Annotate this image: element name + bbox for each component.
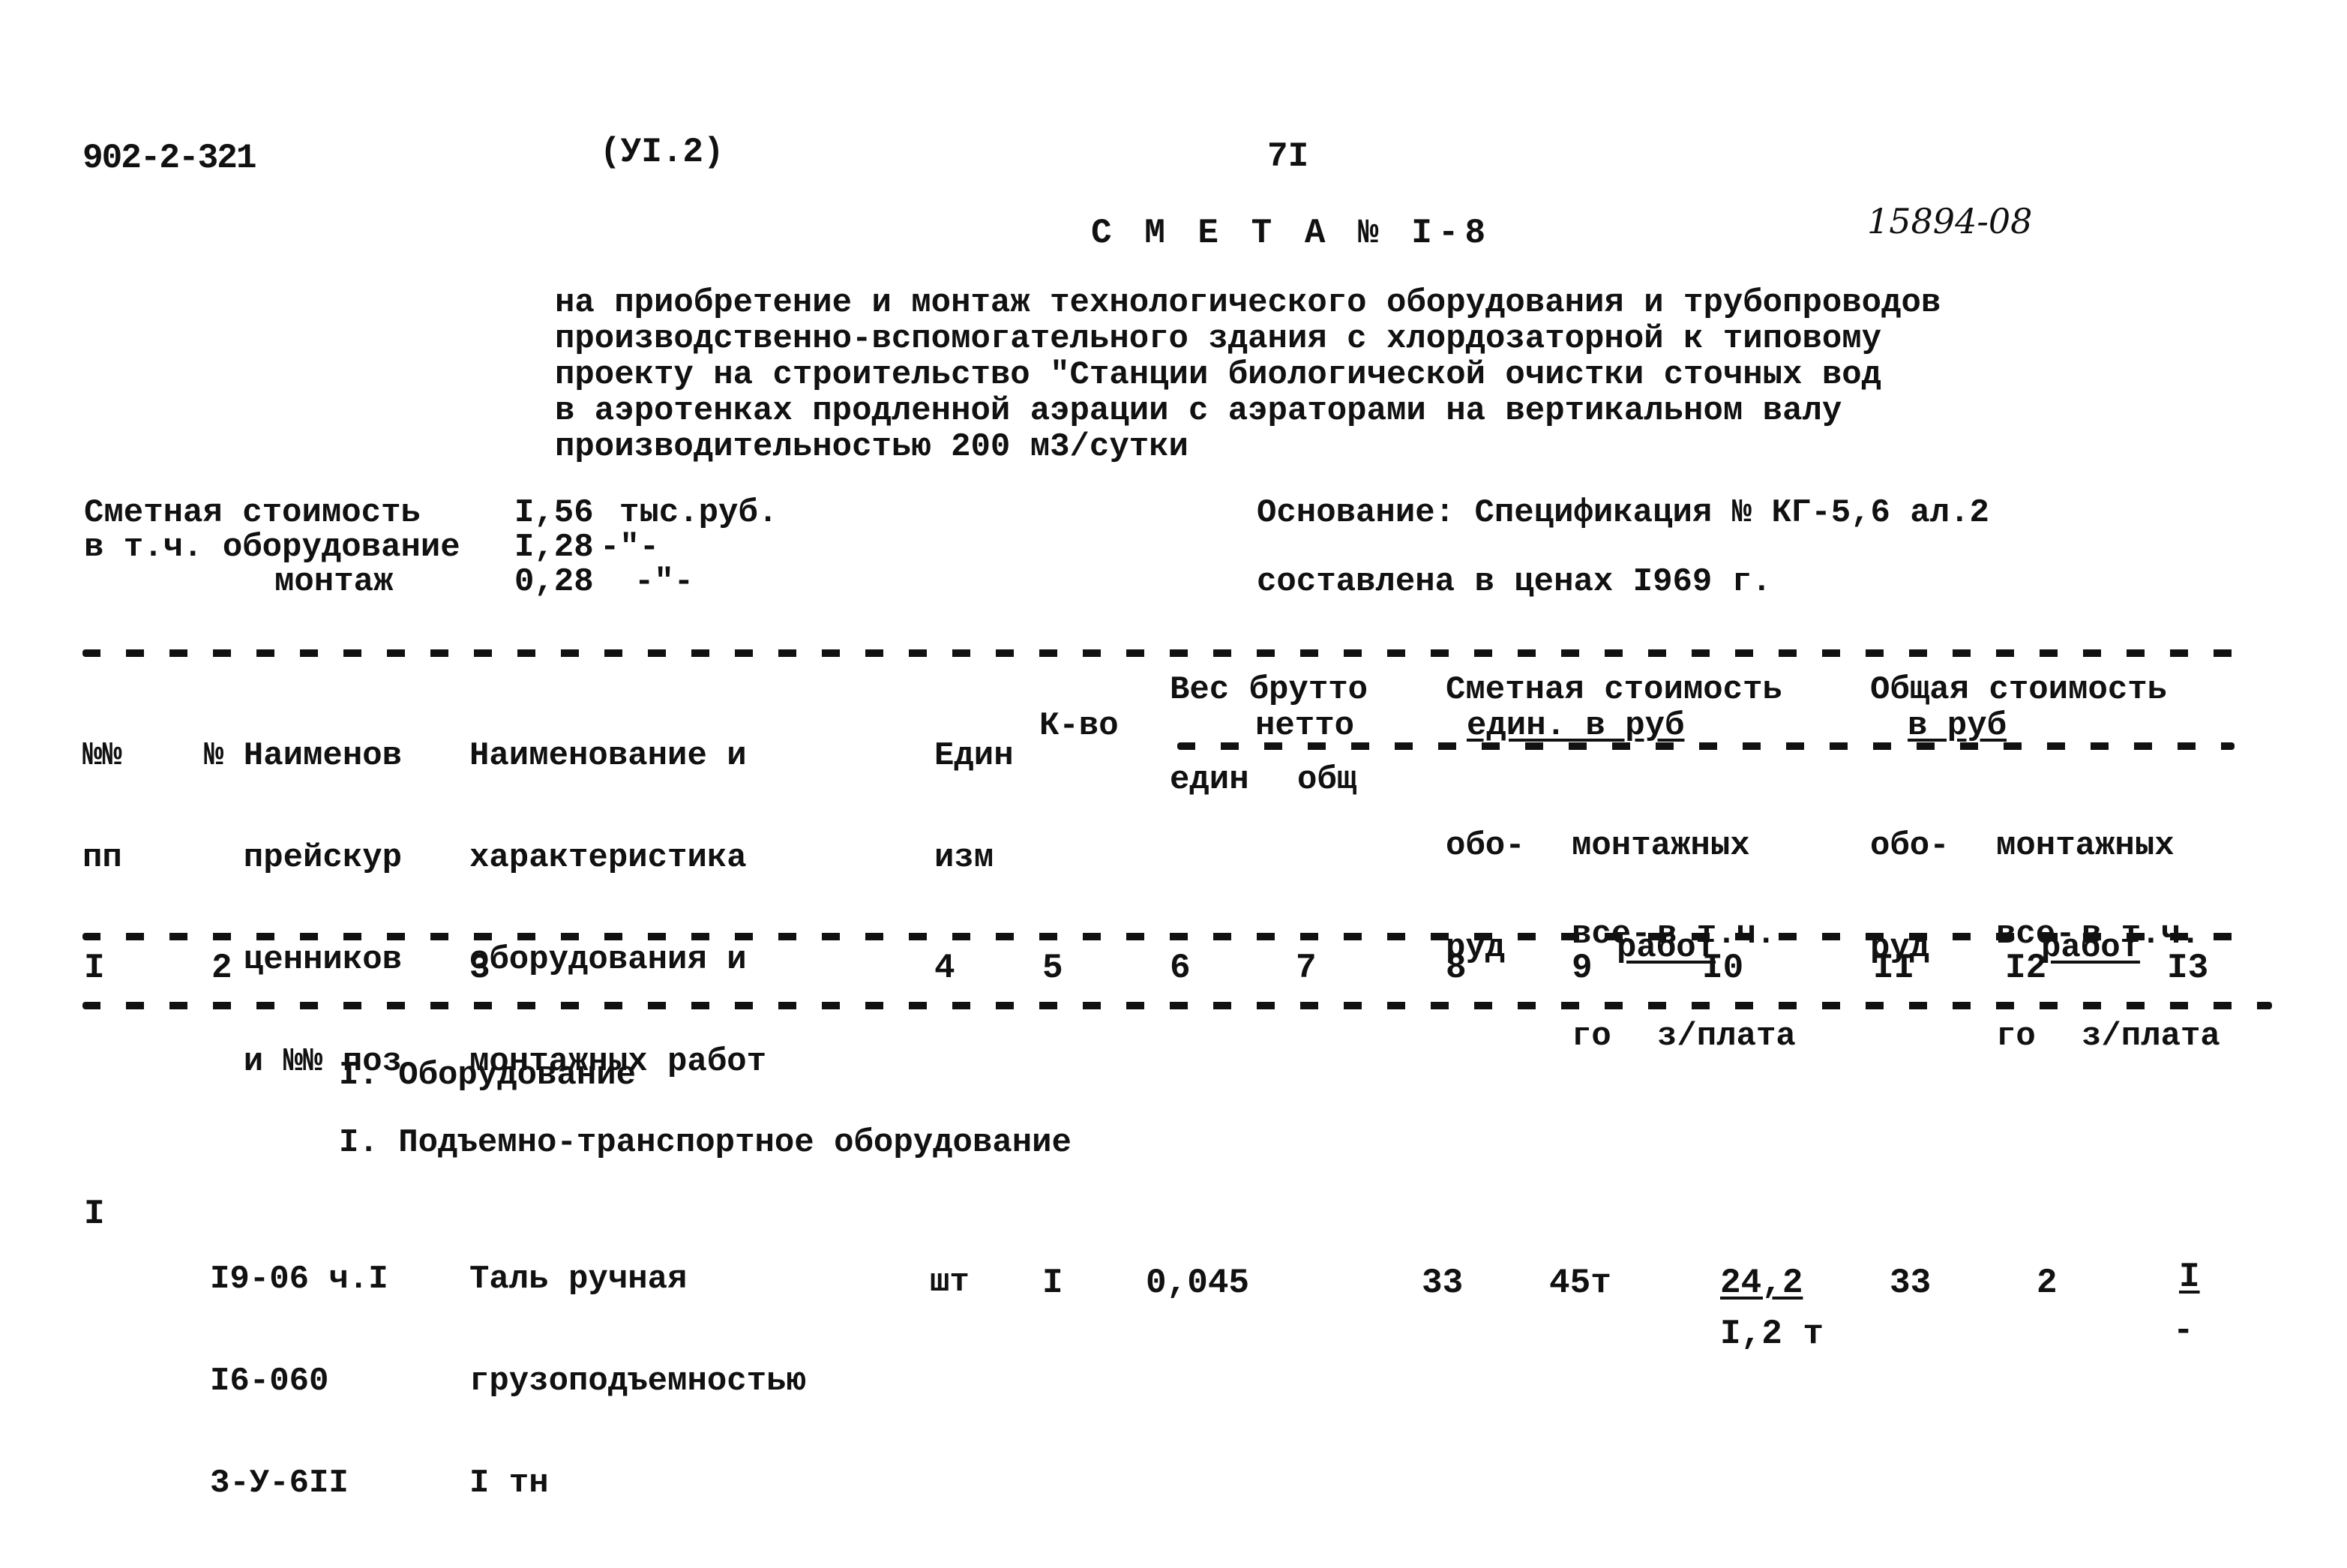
- column-number: 4: [934, 949, 955, 988]
- column-numbers-bottom-rule: [82, 1002, 2272, 1009]
- section-heading: I. Оборудование: [339, 1057, 637, 1094]
- column-number: II: [1873, 949, 1915, 988]
- item-name-line: I тн: [469, 1465, 549, 1502]
- installation-cost-unit: -"-: [634, 563, 694, 601]
- header-name-line: характеристика: [469, 839, 747, 877]
- installation-cost-label: монтаж: [274, 563, 394, 601]
- total-cost-label: Сметная стоимость: [84, 494, 421, 532]
- header-col-price-refs: № Наименов прейскур ценников и №№ поз: [204, 673, 402, 1111]
- column-number: 5: [1042, 949, 1063, 988]
- row-number: I: [84, 1195, 105, 1234]
- header-unit-install-all-line: го: [1572, 1018, 1611, 1055]
- column-numbers-top-rule: [82, 933, 2235, 940]
- description-line: на приобретение и монтаж технологическог…: [555, 284, 1941, 322]
- installation-cost-value: 0,28: [514, 563, 594, 601]
- header-col-weight-total: общ: [1297, 761, 1357, 799]
- column-number: 9: [1572, 949, 1593, 988]
- album-number: (УI.2): [600, 133, 724, 172]
- equipment-cost-label: в т.ч. оборудование: [84, 529, 460, 566]
- column-number: I: [84, 949, 105, 988]
- header-weight-group: Вес брутто: [1170, 671, 1368, 709]
- column-number: I2: [2005, 949, 2047, 988]
- price-year-text: составлена в ценах I969 г.: [1257, 563, 1772, 601]
- row-unit-equip-cost: 33: [1422, 1264, 1464, 1303]
- header-unit-equip-line: обо-: [1446, 827, 1525, 865]
- description-line: производительностью 200 м3/сутки: [555, 428, 1188, 466]
- item-name-line: Таль ручная: [469, 1261, 688, 1298]
- row-quantity: I: [1042, 1264, 1063, 1303]
- header-col-num-line: №№: [82, 737, 122, 775]
- header-unit-cost-sub: един. в руб: [1467, 707, 1685, 745]
- estimate-title: С М Е Т А № I-8: [1091, 214, 1492, 253]
- subsection-heading: I. Подъемно-транспортное оборудование: [339, 1124, 1072, 1162]
- table-top-rule: [82, 649, 2235, 657]
- header-unit-install-wage-line: з/плата: [1657, 1018, 1796, 1055]
- column-number: 8: [1446, 949, 1467, 988]
- document-code: 902-2-321: [82, 139, 256, 178]
- header-price-refs-line: прейскур: [204, 839, 403, 877]
- row-total-equip-cost: 33: [1890, 1264, 1932, 1303]
- row-unit-install-total: 45т: [1549, 1264, 1611, 1303]
- header-total-install-all-line: го: [1996, 1018, 2036, 1055]
- estimate-description: на приобретение и монтаж технологическог…: [555, 286, 1941, 463]
- header-col-weight-unit: един: [1170, 761, 1249, 799]
- description-line: в аэротенках продленной аэрации с аэрато…: [555, 392, 1842, 430]
- header-weight-sub: нетто: [1255, 707, 1355, 745]
- header-unit-line: изм: [934, 839, 994, 877]
- description-line: проекту на строительство "Станции биолог…: [555, 356, 1882, 394]
- header-price-refs-line: ценников: [204, 941, 403, 979]
- column-number: I0: [1702, 949, 1744, 988]
- total-cost-value: I,56: [514, 494, 594, 532]
- header-price-refs-line: № Наименов: [204, 737, 403, 775]
- row-total-install-wage-sub: -: [2173, 1312, 2194, 1351]
- equipment-cost-value: I,28: [514, 529, 594, 566]
- column-number: 7: [1296, 949, 1317, 988]
- header-name-line: оборудования и: [469, 941, 747, 979]
- row-total-install-wage: I: [2179, 1258, 2200, 1297]
- row-unit-install-wage: 24,2: [1720, 1264, 1803, 1303]
- description-line: производственно-вспомогательного здания …: [555, 320, 1882, 358]
- header-total-cost-sub: в руб: [1908, 707, 2007, 745]
- header-name-line: Наименование и: [469, 737, 747, 775]
- row-total-install-total: 2: [2037, 1264, 2058, 1303]
- basis-text: Основание: Спецификация № КГ-5,6 ал.2: [1257, 494, 1989, 532]
- header-col-num-line: пп: [82, 839, 122, 877]
- header-col-unit: Един изм: [934, 673, 1014, 907]
- header-col-qty: К-во: [1039, 707, 1119, 745]
- column-number: 6: [1170, 949, 1191, 988]
- page-number: 7I: [1267, 137, 1309, 176]
- price-ref-line: I6-060: [210, 1363, 329, 1400]
- header-col-name: Наименование и характеристика оборудован…: [469, 673, 766, 1111]
- row-weight-unit: 0,045: [1146, 1264, 1250, 1303]
- price-ref-line: 3-У-6II: [210, 1465, 349, 1502]
- header-total-equip-line: обо-: [1870, 827, 1950, 865]
- header-unit-line: Един: [934, 737, 1014, 775]
- header-inner-rule: [1177, 742, 2235, 750]
- row-price-refs: I9-06 ч.I I6-060 3-У-6II: [210, 1197, 388, 1566]
- header-total-install-wage-line: з/плата: [2082, 1018, 2220, 1055]
- header-col-num: №№ пп: [82, 673, 122, 907]
- header-total-cost-group: Общая стоимость: [1870, 671, 2168, 709]
- column-number: 3: [469, 949, 490, 988]
- price-ref-line: I9-06 ч.I: [210, 1261, 388, 1298]
- total-cost-unit: тыс.руб.: [619, 494, 778, 532]
- handwritten-number: 15894-08: [1867, 201, 2033, 241]
- row-unit: шт: [930, 1264, 970, 1301]
- column-number: I3: [2167, 949, 2209, 988]
- equipment-cost-unit: -"-: [600, 529, 660, 566]
- row-unit-install-wage-sub: I,2 т: [1720, 1315, 1824, 1354]
- header-unit-cost-group: Сметная стоимость: [1446, 671, 1782, 709]
- column-number: 2: [211, 949, 232, 988]
- item-name-line: грузоподъемностью: [469, 1363, 806, 1400]
- row-item-name: Таль ручная грузоподъемностью I тн: [469, 1197, 806, 1566]
